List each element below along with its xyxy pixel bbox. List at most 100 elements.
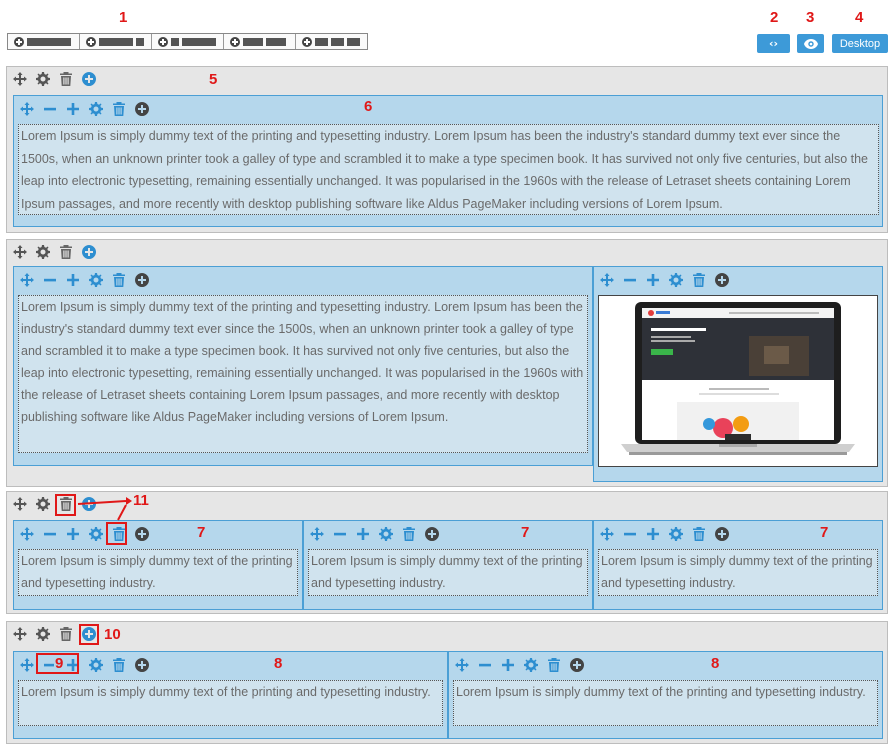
annotation-5: 5	[209, 71, 218, 88]
add-element-icon[interactable]	[715, 527, 729, 541]
column-3: Lorem Ipsum is simply dummy text of the …	[593, 520, 883, 610]
column: Lorem Ipsum is simply dummy text of the …	[13, 95, 883, 227]
plus-icon[interactable]	[501, 658, 515, 672]
move-icon[interactable]	[310, 527, 324, 541]
minus-icon[interactable]	[623, 273, 637, 287]
move-icon[interactable]	[600, 527, 614, 541]
text-block[interactable]: Lorem Ipsum is simply dummy text of the …	[598, 549, 878, 596]
annotation-1: 1	[119, 9, 128, 26]
annotation-arrows	[77, 497, 132, 521]
highlight-column-trash	[106, 522, 127, 545]
layout-option-4[interactable]	[224, 34, 296, 49]
add-icon	[302, 36, 312, 47]
text-block[interactable]: Lorem Ipsum is simply dummy text of the …	[308, 549, 588, 596]
trash-icon[interactable]	[59, 72, 73, 86]
gear-icon[interactable]	[89, 273, 103, 287]
code-view-button[interactable]: ‹›	[757, 34, 790, 53]
move-icon[interactable]	[20, 658, 34, 672]
annotation-8: 8	[711, 655, 720, 672]
plus-icon[interactable]	[356, 527, 370, 541]
layout-option-5[interactable]	[296, 34, 367, 49]
code-icon: ‹›	[768, 37, 779, 50]
move-icon[interactable]	[600, 273, 614, 287]
row-3: Lorem Ipsum is simply dummy text of the …	[6, 491, 888, 614]
add-element-icon[interactable]	[135, 102, 149, 116]
add-column-icon[interactable]	[82, 245, 96, 259]
trash-icon[interactable]	[692, 527, 706, 541]
column-toolbar	[455, 658, 584, 672]
trash-icon[interactable]	[59, 245, 73, 259]
add-icon	[230, 36, 240, 47]
image-element[interactable]	[598, 295, 878, 467]
text-block[interactable]: Lorem Ipsum is simply dummy text of the …	[18, 549, 298, 596]
move-icon[interactable]	[13, 497, 27, 511]
gear-icon[interactable]	[36, 72, 50, 86]
gear-icon[interactable]	[524, 658, 538, 672]
plus-icon[interactable]	[66, 102, 80, 116]
move-icon[interactable]	[13, 627, 27, 641]
trash-icon[interactable]	[402, 527, 416, 541]
layout-option-2[interactable]	[80, 34, 152, 49]
annotation-9: 9	[54, 655, 65, 672]
plus-icon[interactable]	[646, 273, 660, 287]
gear-icon[interactable]	[36, 245, 50, 259]
plus-icon[interactable]	[646, 527, 660, 541]
layout-selector	[7, 33, 368, 50]
plus-icon[interactable]	[66, 273, 80, 287]
row-toolbar	[13, 72, 96, 86]
annotation-10: 10	[104, 626, 121, 643]
text-block[interactable]: Lorem Ipsum is simply dummy text of the …	[18, 124, 879, 215]
row-4: Lorem Ipsum is simply dummy text of the …	[6, 621, 888, 744]
gear-icon[interactable]	[89, 102, 103, 116]
layout-option-1[interactable]	[8, 34, 80, 49]
annotation-4: 4	[855, 9, 864, 26]
row-toolbar	[13, 245, 96, 259]
preview-button[interactable]	[797, 34, 824, 53]
layout-option-3[interactable]	[152, 34, 224, 49]
minus-icon[interactable]	[43, 527, 57, 541]
trash-icon[interactable]	[692, 273, 706, 287]
column-toolbar	[20, 102, 149, 116]
text-block[interactable]: Lorem Ipsum is simply dummy text of the …	[453, 680, 878, 726]
trash-icon[interactable]	[112, 273, 126, 287]
plus-icon[interactable]	[66, 527, 80, 541]
move-icon[interactable]	[20, 102, 34, 116]
trash-icon[interactable]	[59, 627, 73, 641]
column-2: Lorem Ipsum is simply dummy text of the …	[303, 520, 593, 610]
add-element-icon[interactable]	[135, 527, 149, 541]
gear-icon[interactable]	[669, 273, 683, 287]
add-element-icon[interactable]	[715, 273, 729, 287]
minus-icon[interactable]	[333, 527, 347, 541]
add-element-icon[interactable]	[135, 658, 149, 672]
minus-icon[interactable]	[623, 527, 637, 541]
trash-icon[interactable]	[112, 102, 126, 116]
gear-icon[interactable]	[36, 497, 50, 511]
gear-icon[interactable]	[669, 527, 683, 541]
column-toolbar	[600, 527, 729, 541]
add-icon	[14, 36, 24, 47]
gear-icon[interactable]	[89, 527, 103, 541]
add-column-icon[interactable]	[82, 72, 96, 86]
trash-icon[interactable]	[112, 658, 126, 672]
move-icon[interactable]	[20, 273, 34, 287]
gear-icon[interactable]	[36, 627, 50, 641]
move-icon[interactable]	[13, 72, 27, 86]
trash-icon[interactable]	[547, 658, 561, 672]
gear-icon[interactable]	[89, 658, 103, 672]
device-desktop-button[interactable]: Desktop	[832, 34, 888, 53]
move-icon[interactable]	[455, 658, 469, 672]
annotation-3: 3	[806, 9, 815, 26]
minus-icon[interactable]	[43, 102, 57, 116]
minus-icon[interactable]	[43, 273, 57, 287]
add-element-icon[interactable]	[570, 658, 584, 672]
minus-icon[interactable]	[478, 658, 492, 672]
row-2: Lorem Ipsum is simply dummy text of the …	[6, 239, 888, 487]
text-block[interactable]: Lorem Ipsum is simply dummy text of the …	[18, 680, 443, 726]
move-icon[interactable]	[13, 245, 27, 259]
add-element-icon[interactable]	[135, 273, 149, 287]
add-icon	[158, 36, 168, 47]
text-block[interactable]: Lorem Ipsum is simply dummy text of the …	[18, 295, 588, 453]
gear-icon[interactable]	[379, 527, 393, 541]
move-icon[interactable]	[20, 527, 34, 541]
add-element-icon[interactable]	[425, 527, 439, 541]
